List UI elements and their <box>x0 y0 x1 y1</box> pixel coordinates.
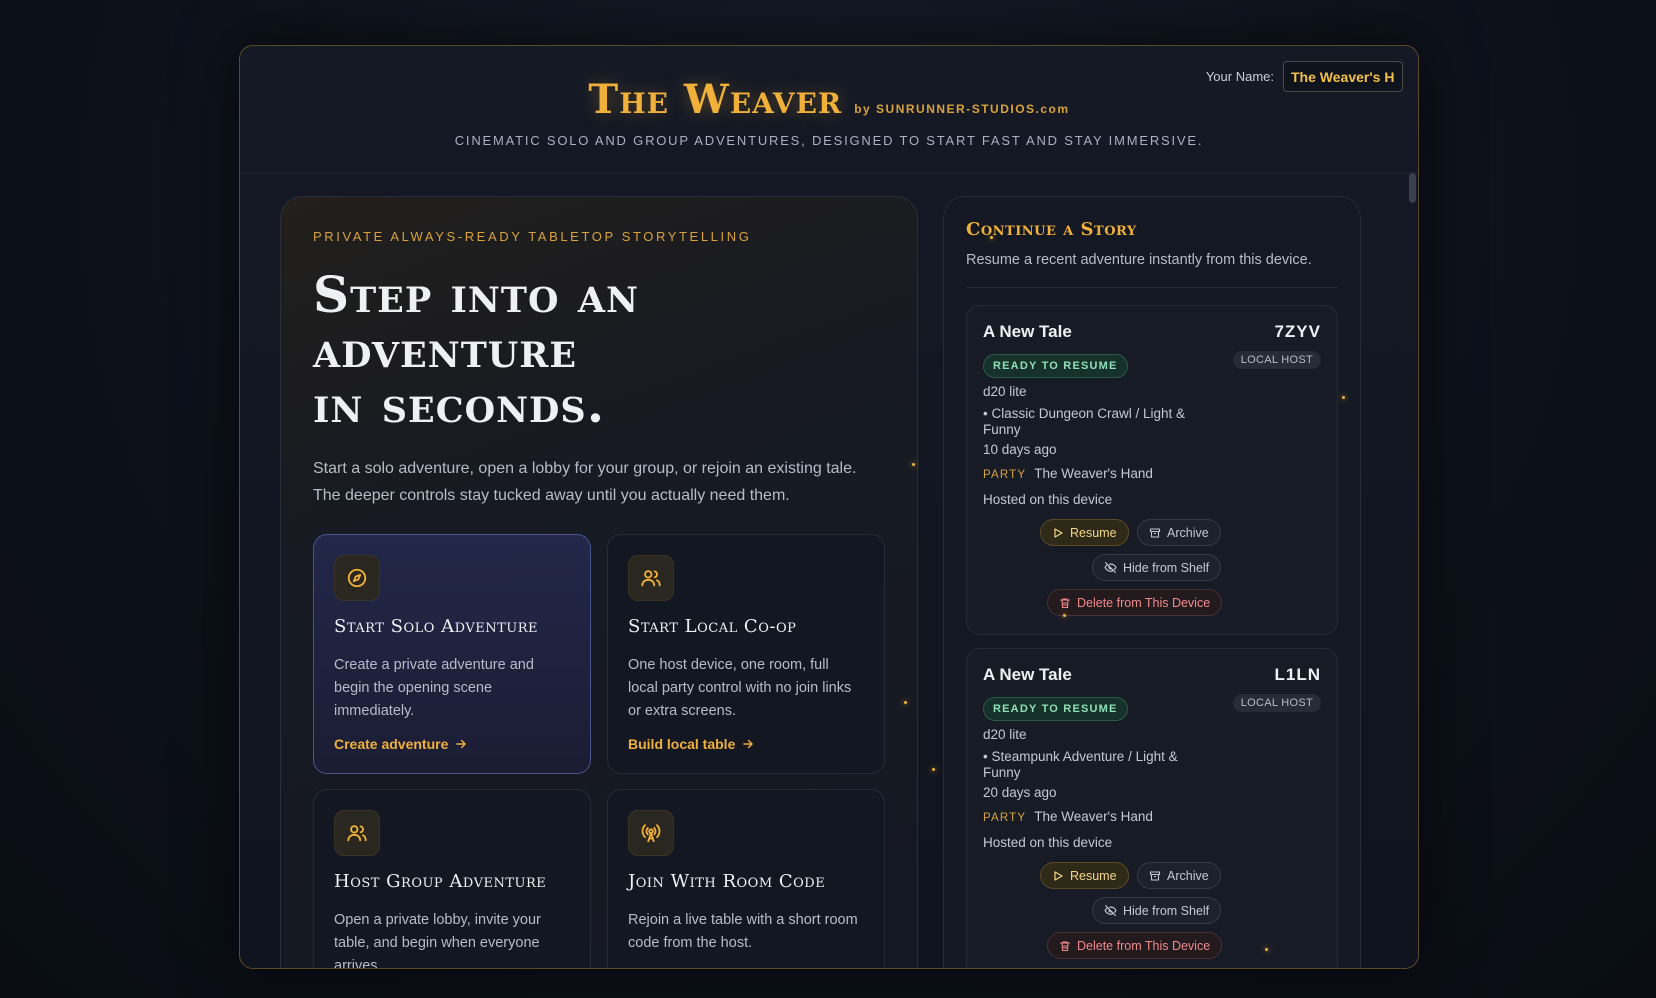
card-description: Rejoin a live table with a short room co… <box>628 912 858 951</box>
name-label: Your Name: <box>1205 69 1274 84</box>
header: The Weaver by SUNRUNNER-STUDIOS.com CINE… <box>240 46 1418 173</box>
story-title: A New Tale <box>983 322 1072 341</box>
play-icon <box>1054 870 1063 881</box>
host-badge: LOCAL HOST <box>1232 351 1321 369</box>
host-badge: LOCAL HOST <box>1232 694 1321 712</box>
room-code: L1LN <box>1274 665 1321 684</box>
resume-label: Resume <box>1070 525 1117 540</box>
app-window: The Weaver by SUNRUNNER-STUDIOS.com CINE… <box>239 45 1419 969</box>
ember-sparkle <box>932 768 935 771</box>
card-title: Host Group Adventure <box>334 871 547 892</box>
story-title: A New Tale <box>983 665 1072 684</box>
host-group-card[interactable]: Host Group Adventure Open a private lobb… <box>313 789 591 969</box>
status-badge: READY TO RESUME <box>983 697 1128 721</box>
party-name: The Weaver's Hand <box>1034 466 1153 481</box>
tagline: CINEMATIC SOLO AND GROUP ADVENTURES, DES… <box>454 133 1204 148</box>
hero-title-line: in seconds. <box>313 375 606 434</box>
card-title: Join With Room Code <box>628 871 826 892</box>
card-description: Open a private lobby, invite your table,… <box>334 912 541 969</box>
eye-off-icon <box>1104 905 1117 916</box>
hero-title: Step into an adventure in seconds. <box>313 267 873 432</box>
hide-label: Hide from Shelf <box>1123 560 1210 575</box>
build-local-table-link[interactable]: Build local table <box>628 736 755 752</box>
resume-button[interactable]: Resume <box>1040 862 1129 889</box>
setting: • Steampunk Adventure / Light & Funny <box>983 749 1178 780</box>
delete-label: Delete from This Device <box>1077 938 1211 953</box>
party-label: PARTY <box>983 469 1027 481</box>
card-title: Start Solo Adventure <box>334 616 538 637</box>
hero-title-line: Step into an <box>313 265 640 324</box>
hide-from-shelf-button[interactable]: Hide from Shelf <box>1092 897 1222 924</box>
hero-description: Start a solo adventure, open a lobby for… <box>313 460 857 504</box>
compass-icon <box>334 555 380 601</box>
create-adventure-link[interactable]: Create adventure <box>334 736 468 752</box>
link-label: Create adventure <box>334 736 449 752</box>
hero-title-line: adventure <box>313 320 578 379</box>
eye-off-icon <box>1104 562 1117 573</box>
party-row: PARTY The Weaver's Hand <box>983 809 1153 824</box>
card-description: One host device, one room, full local pa… <box>628 657 852 719</box>
play-icon <box>1054 527 1063 538</box>
arrow-right-icon <box>743 739 754 749</box>
archive-label: Archive <box>1167 868 1209 883</box>
resume-button[interactable]: Resume <box>1040 519 1129 546</box>
archive-button[interactable]: Archive <box>1137 862 1221 889</box>
link-label: Build local table <box>628 736 736 752</box>
archive-label: Archive <box>1167 525 1209 540</box>
player-name-field: Your Name: <box>1206 61 1403 92</box>
hide-from-shelf-button[interactable]: Hide from Shelf <box>1092 554 1222 581</box>
continue-subtitle: Resume a recent adventure instantly from… <box>966 252 1312 268</box>
users-icon <box>334 810 380 856</box>
broadcast-icon <box>628 810 674 856</box>
story-card: A New Tale 7ZYV LOCAL HOST READY TO RESU… <box>966 305 1338 635</box>
story-card: A New Tale L1LN LOCAL HOST READY TO RESU… <box>966 648 1338 968</box>
card-title: Start Local Co-op <box>628 616 797 637</box>
studio-link[interactable]: by SUNRUNNER-STUDIOS.com <box>854 102 1069 116</box>
hero-panel: PRIVATE ALWAYS-READY TABLETOP STORYTELLI… <box>280 196 918 969</box>
ember-sparkle <box>1063 614 1066 617</box>
hero-eyebrow: PRIVATE ALWAYS-READY TABLETOP STORYTELLI… <box>313 229 752 244</box>
card-description: Create a private adventure and begin the… <box>334 657 534 719</box>
start-local-coop-card[interactable]: Start Local Co-op One host device, one r… <box>607 534 885 774</box>
party-name: The Weaver's Hand <box>1034 809 1153 824</box>
name-input[interactable] <box>1283 61 1403 92</box>
archive-icon <box>1149 870 1161 881</box>
delete-button[interactable]: Delete from This Device <box>1047 589 1223 616</box>
party-row: PARTY The Weaver's Hand <box>983 466 1153 481</box>
hosted-info: Hosted on this device <box>983 492 1113 507</box>
ruleset: d20 lite <box>983 727 1027 742</box>
ember-sparkle <box>1265 948 1268 951</box>
party-label: PARTY <box>983 812 1027 824</box>
continue-story-panel: Continue a Story Resume a recent adventu… <box>943 196 1361 968</box>
ember-sparkle <box>990 236 993 239</box>
archive-button[interactable]: Archive <box>1137 519 1221 546</box>
resume-label: Resume <box>1070 868 1117 883</box>
archive-icon <box>1149 527 1161 538</box>
hide-label: Hide from Shelf <box>1123 903 1210 918</box>
users-icon <box>628 555 674 601</box>
join-room-code-card[interactable]: Join With Room Code Rejoin a live table … <box>607 789 885 968</box>
ruleset: d20 lite <box>983 384 1027 399</box>
scrollbar-thumb[interactable] <box>1409 173 1416 203</box>
hosted-info: Hosted on this device <box>983 835 1113 850</box>
trash-icon <box>1059 597 1071 608</box>
arrow-right-icon <box>456 739 467 749</box>
start-solo-card[interactable]: Start Solo Adventure Create a private ad… <box>313 534 591 774</box>
setting: • Classic Dungeon Crawl / Light & Funny <box>983 406 1186 437</box>
app-title: The Weaver <box>588 76 843 123</box>
delete-label: Delete from This Device <box>1077 595 1211 610</box>
status-badge: READY TO RESUME <box>983 354 1128 378</box>
delete-button[interactable]: Delete from This Device <box>1047 932 1223 959</box>
ember-sparkle <box>912 463 915 466</box>
trash-icon <box>1059 940 1071 951</box>
last-played: 10 days ago <box>983 442 1057 457</box>
ember-sparkle <box>904 701 907 704</box>
last-played: 20 days ago <box>983 785 1057 800</box>
divider <box>966 287 1338 288</box>
ember-sparkle <box>1342 396 1345 399</box>
room-code: 7ZYV <box>1274 322 1321 341</box>
